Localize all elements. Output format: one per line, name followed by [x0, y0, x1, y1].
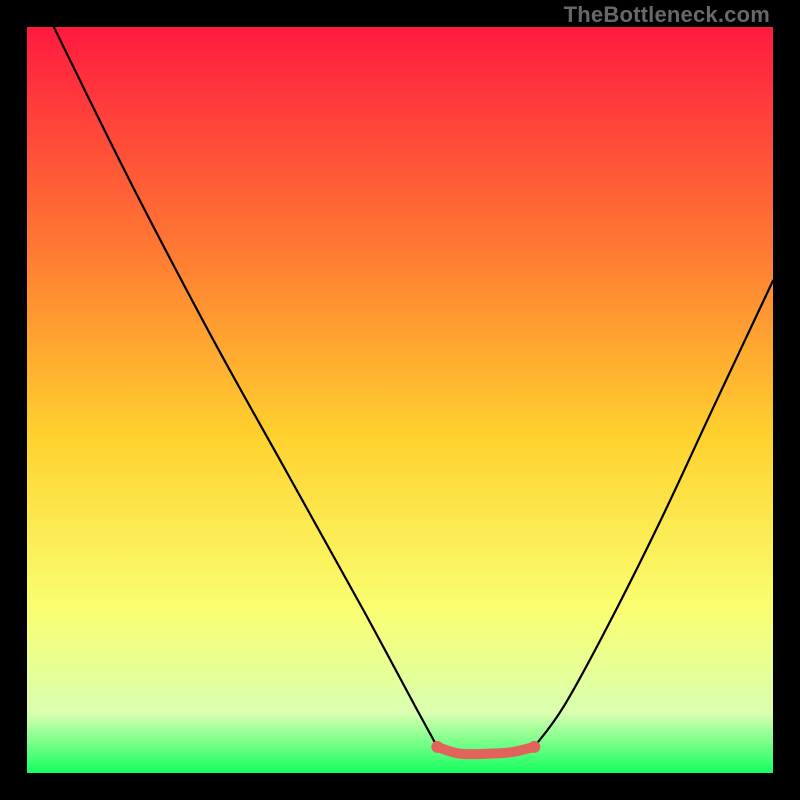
highlight-end-dot [528, 741, 540, 753]
highlight-start-dot [431, 741, 443, 753]
chart-background [27, 27, 773, 773]
watermark-text: TheBottleneck.com [564, 2, 770, 28]
chart-frame [27, 27, 773, 773]
chart-plot [27, 27, 773, 773]
